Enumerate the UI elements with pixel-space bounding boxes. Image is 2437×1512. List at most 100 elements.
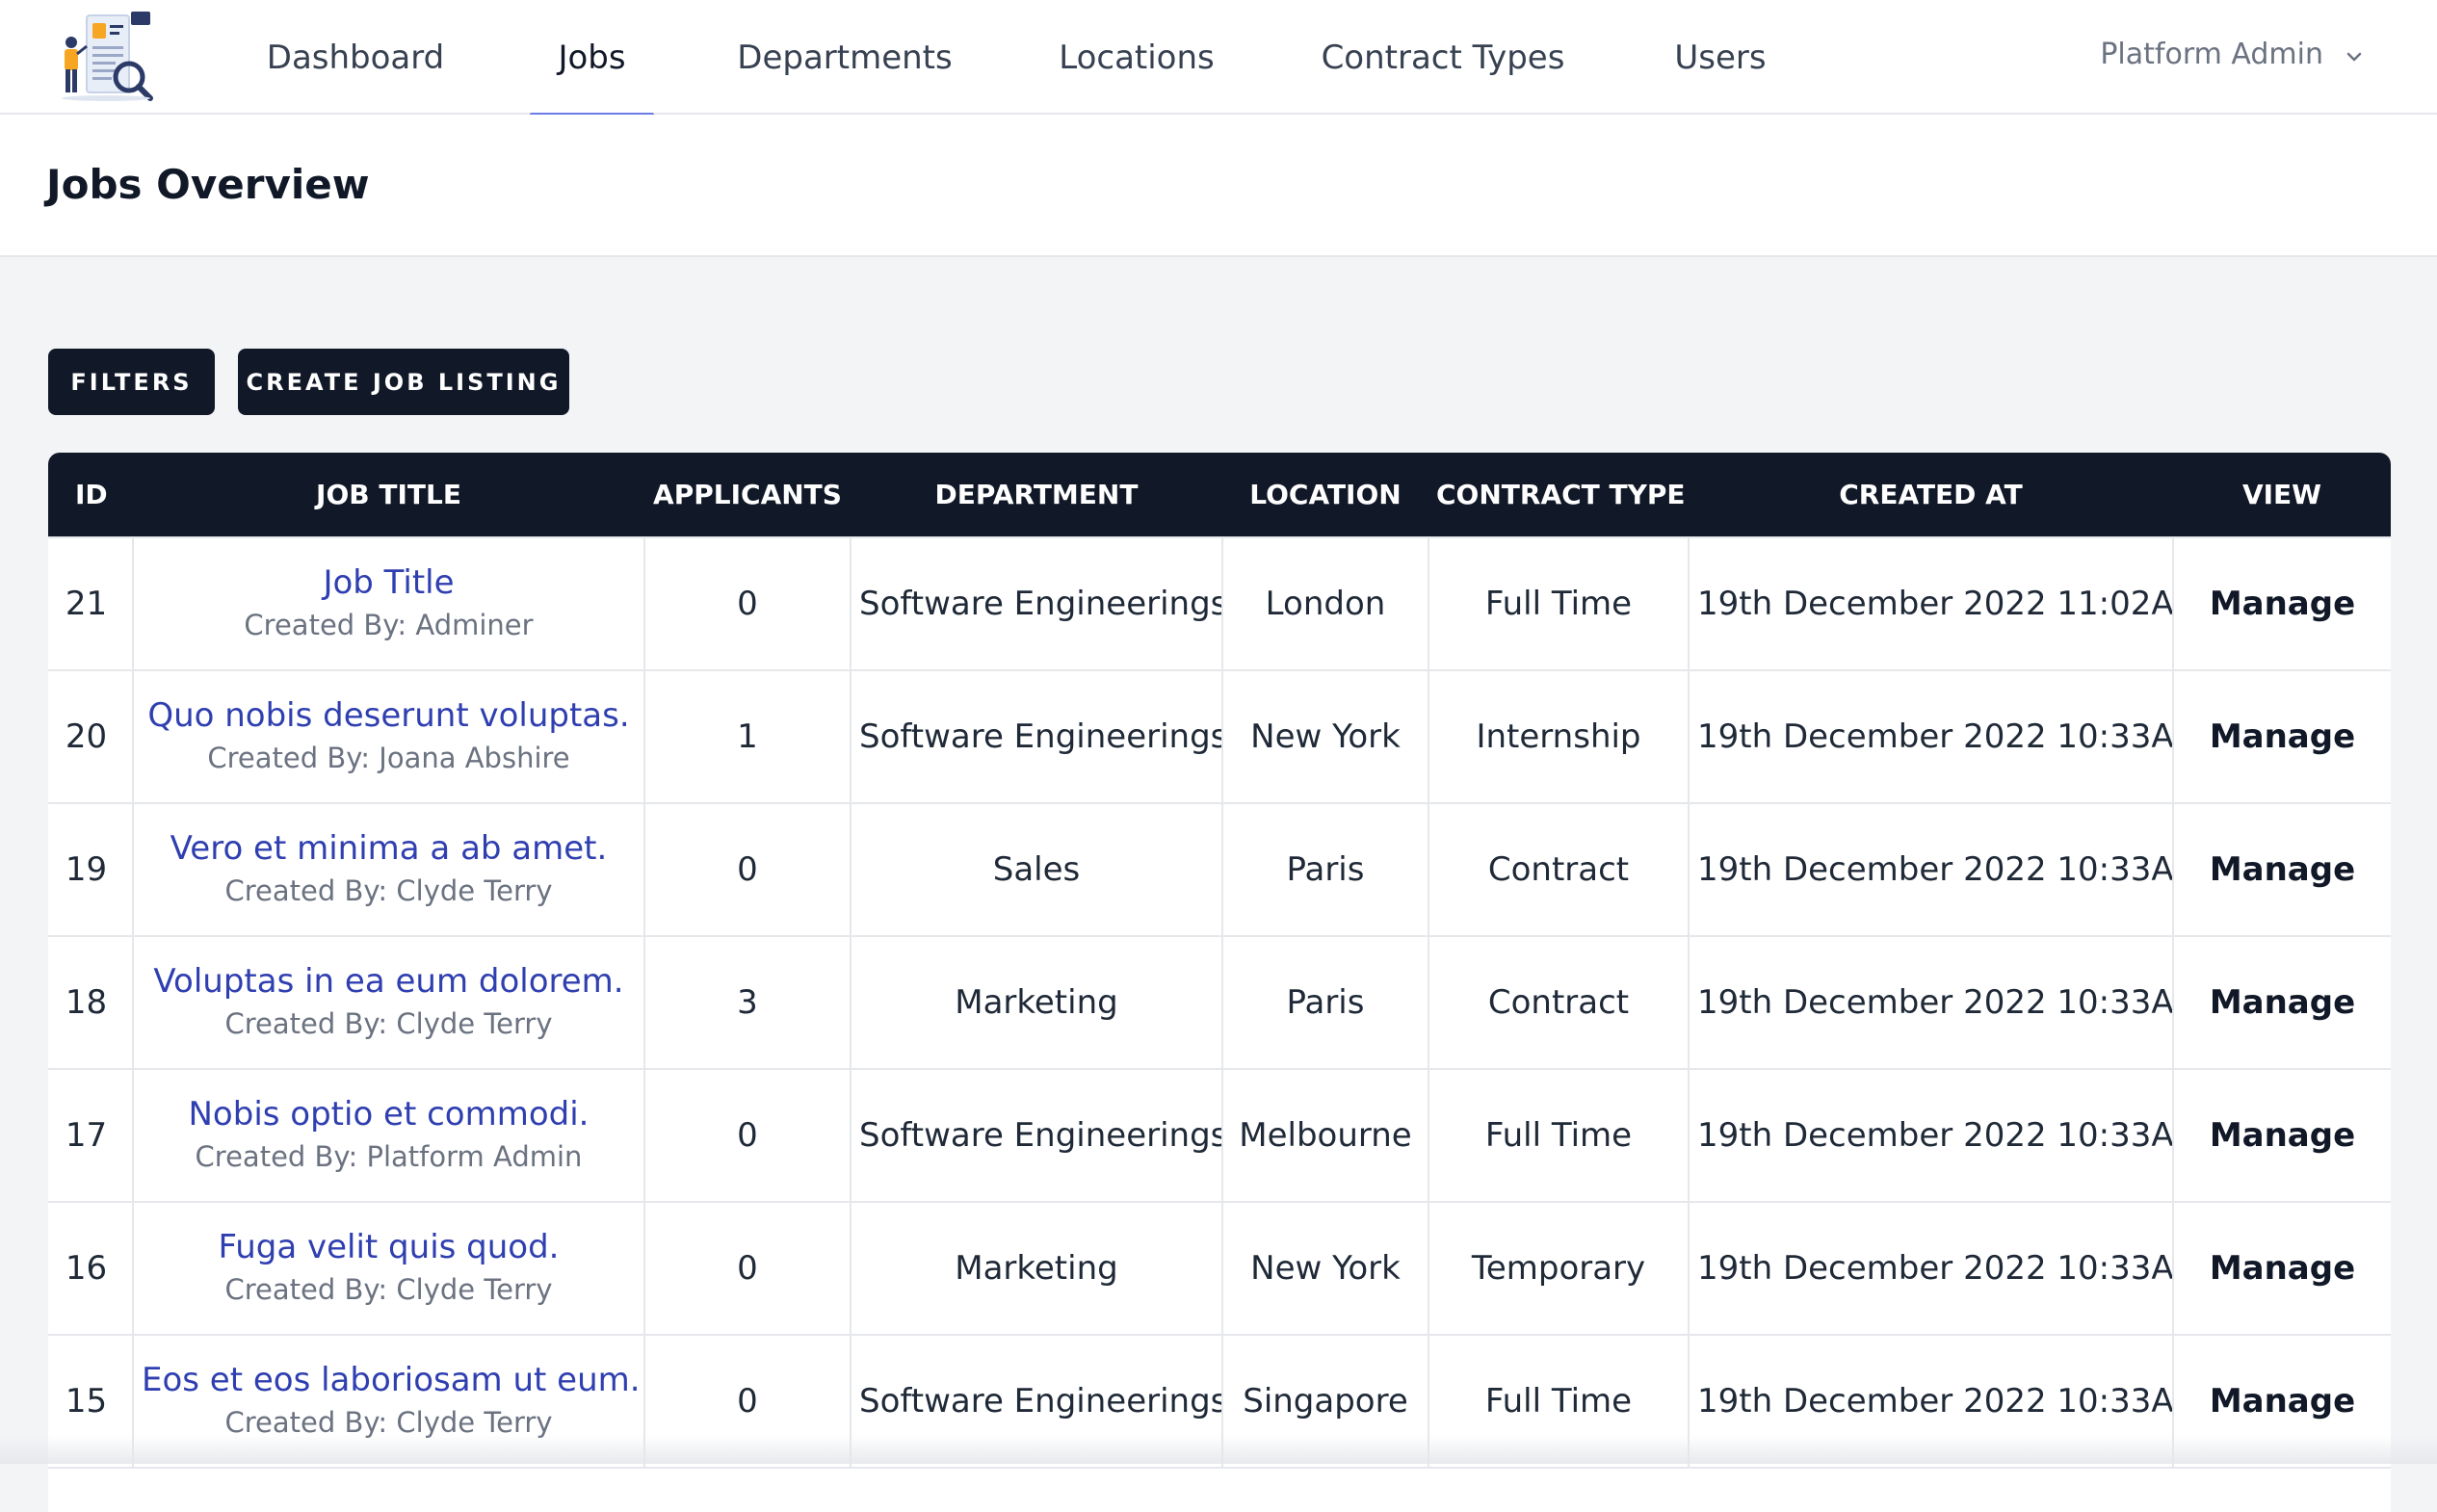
cell-location: Singapore (1222, 1335, 1428, 1468)
created-by-name: Clyde Terry (396, 874, 552, 907)
cell-contract-type: Internship (1428, 670, 1689, 803)
table-row: 20 Quo nobis deserunt voluptas. Created … (48, 670, 2391, 803)
cell-location: New York (1222, 670, 1428, 803)
column-header-applicants[interactable]: APPLICANTS (644, 453, 851, 537)
page-header: Jobs Overview (0, 115, 2437, 257)
cell-location: Paris (1222, 803, 1428, 936)
manage-link[interactable]: Manage (2210, 1249, 2355, 1288)
job-search-logo-icon[interactable] (54, 8, 158, 104)
created-by: Created By: Adminer (142, 604, 636, 646)
filters-button[interactable]: FILTERS (48, 349, 215, 415)
created-by-prefix: Created By: (224, 1406, 396, 1439)
nav-item-departments[interactable]: Departments (732, 0, 957, 115)
table-row: 17 Nobis optio et commodi. Created By: P… (48, 1069, 2391, 1202)
manage-link[interactable]: Manage (2210, 983, 2355, 1022)
cell-department: Marketing (851, 936, 1222, 1069)
cell-location: New York (1222, 1202, 1428, 1335)
column-header-id[interactable]: ID (48, 453, 133, 537)
cell-id: 15 (48, 1335, 133, 1468)
cell-applicants: 0 (644, 1202, 851, 1335)
cell-applicants: 1 (644, 670, 851, 803)
table-row: 15 Eos et eos laboriosam ut eum. Created… (48, 1335, 2391, 1468)
table-row: 21 Job Title Created By: Adminer 0 Softw… (48, 537, 2391, 670)
user-menu[interactable]: Platform Admin (2100, 0, 2366, 108)
cell-view: Manage (2173, 1335, 2391, 1468)
cell-location: Melbourne (1222, 1069, 1428, 1202)
cell-job-title: Eos et eos laboriosam ut eum. Created By… (133, 1335, 644, 1468)
column-header-view: VIEW (2173, 453, 2391, 537)
column-header-created-at[interactable]: CREATED AT (1689, 453, 2173, 537)
cell-department: Software Engineerings (851, 1069, 1222, 1202)
jobs-table-container: ID JOB TITLE APPLICANTS DEPARTMENT LOCAT… (48, 453, 2391, 1512)
created-by-prefix: Created By: (224, 1007, 396, 1040)
chevron-down-icon (2343, 42, 2366, 65)
created-by-name: Clyde Terry (396, 1273, 552, 1306)
table-row: 18 Voluptas in ea eum dolorem. Created B… (48, 936, 2391, 1069)
column-header-contract-type[interactable]: CONTRACT TYPE (1428, 453, 1689, 537)
cell-applicants: 3 (644, 936, 851, 1069)
user-name: Platform Admin (2100, 38, 2323, 71)
job-title-link[interactable]: Fuga velit quis quod. (142, 1226, 636, 1268)
job-title-link[interactable]: Eos et eos laboriosam ut eum. (142, 1359, 636, 1401)
created-by-prefix: Created By: (224, 874, 396, 907)
created-by: Created By: Clyde Terry (142, 1003, 636, 1045)
created-by-name: Adminer (415, 609, 533, 641)
cell-id: 18 (48, 936, 133, 1069)
cell-contract-type: Full Time (1428, 1335, 1689, 1468)
cell-view: Manage (2173, 670, 2391, 803)
created-by-name: Joana Abshire (379, 742, 569, 774)
job-title-link[interactable]: Quo nobis deserunt voluptas. (142, 694, 636, 737)
nav-item-users[interactable]: Users (1657, 0, 1784, 115)
job-title-link[interactable]: Nobis optio et commodi. (142, 1093, 636, 1135)
column-header-location[interactable]: LOCATION (1222, 453, 1428, 537)
cell-created-at: 19th December 2022 10:33AM (1689, 670, 2173, 803)
cell-applicants: 0 (644, 1335, 851, 1468)
cell-id: 20 (48, 670, 133, 803)
cell-location: Paris (1222, 936, 1428, 1069)
create-job-listing-button[interactable]: CREATE JOB LISTING (238, 349, 569, 415)
cell-id: 21 (48, 537, 133, 670)
created-by-prefix: Created By: (196, 1140, 367, 1173)
column-header-department[interactable]: DEPARTMENT (851, 453, 1222, 537)
column-header-job-title[interactable]: JOB TITLE (133, 453, 644, 537)
cell-job-title: Vero et minima a ab amet. Created By: Cl… (133, 803, 644, 936)
cell-id: 16 (48, 1202, 133, 1335)
cell-department: Sales (851, 803, 1222, 936)
nav-item-dashboard[interactable]: Dashboard (254, 0, 457, 115)
cell-view: Manage (2173, 936, 2391, 1069)
nav-item-locations[interactable]: Locations (1050, 0, 1223, 115)
created-by-name: Clyde Terry (396, 1007, 552, 1040)
cell-contract-type: Full Time (1428, 1069, 1689, 1202)
cell-location: London (1222, 537, 1428, 670)
job-title-link[interactable]: Vero et minima a ab amet. (142, 827, 636, 870)
manage-link[interactable]: Manage (2210, 1116, 2355, 1155)
nav-item-jobs[interactable]: Jobs (530, 0, 654, 115)
job-title-link[interactable]: Job Title (142, 561, 636, 604)
table-row: 16 Fuga velit quis quod. Created By: Cly… (48, 1202, 2391, 1335)
cell-contract-type: Contract (1428, 936, 1689, 1069)
table-header-row: ID JOB TITLE APPLICANTS DEPARTMENT LOCAT… (48, 453, 2391, 537)
manage-link[interactable]: Manage (2210, 585, 2355, 623)
cell-applicants: 0 (644, 803, 851, 936)
table-row: 19 Vero et minima a ab amet. Created By:… (48, 803, 2391, 936)
cell-view: Manage (2173, 1069, 2391, 1202)
job-title-link[interactable]: Voluptas in ea eum dolorem. (142, 960, 636, 1003)
created-by: Created By: Clyde Terry (142, 870, 636, 912)
cell-created-at: 19th December 2022 10:33AM (1689, 1202, 2173, 1335)
cell-job-title: Job Title Created By: Adminer (133, 537, 644, 670)
cell-department: Software Engineerings (851, 1335, 1222, 1468)
nav-item-contract-types[interactable]: Contract Types (1310, 0, 1576, 115)
manage-link[interactable]: Manage (2210, 1382, 2355, 1421)
manage-link[interactable]: Manage (2210, 717, 2355, 756)
manage-link[interactable]: Manage (2210, 850, 2355, 889)
top-navigation: Dashboard Jobs Departments Locations Con… (0, 0, 2437, 115)
created-by: Created By: Clyde Terry (142, 1268, 636, 1311)
created-by: Created By: Platform Admin (142, 1135, 636, 1178)
cell-department: Marketing (851, 1202, 1222, 1335)
cell-department: Software Engineerings (851, 537, 1222, 670)
cell-created-at: 19th December 2022 11:02AM (1689, 537, 2173, 670)
cell-created-at: 19th December 2022 10:33AM (1689, 936, 2173, 1069)
cell-created-at: 19th December 2022 10:33AM (1689, 1069, 2173, 1202)
cell-contract-type: Full Time (1428, 537, 1689, 670)
cell-id: 17 (48, 1069, 133, 1202)
